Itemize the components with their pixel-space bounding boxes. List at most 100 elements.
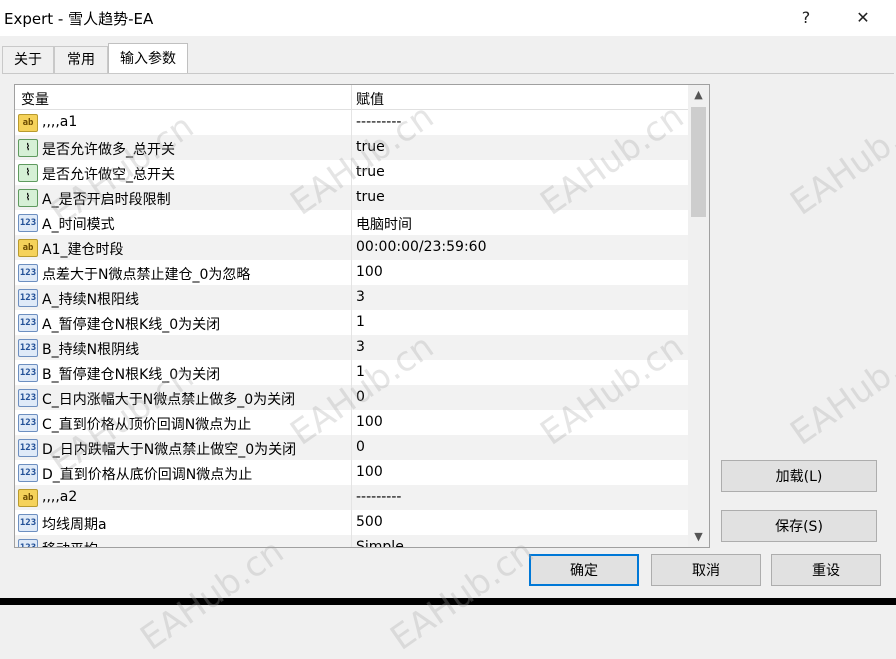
help-button[interactable]: ?: [786, 4, 826, 32]
parameter-name: ,,,,a2: [42, 489, 78, 505]
column-divider: [351, 410, 352, 435]
tab-about[interactable]: 关于: [2, 46, 54, 73]
parameter-value[interactable]: 3: [356, 289, 365, 305]
parameter-grid[interactable]: 变量 赋值 ab ,,,,a1 --------- ⌇ 是否允许做多_总开关 true ⌇ 是…: [14, 84, 710, 548]
parameter-row[interactable]: 123 B_暂停建仓N根K线_0为关闭 1: [15, 360, 688, 386]
parameter-row[interactable]: ab A1_建仓时段 00:00:00/23:59:60: [15, 235, 688, 261]
parameter-name: 是否允许做空_总开关: [42, 167, 175, 183]
parameter-row[interactable]: 123 C_直到价格从顶价回调N微点为止 100: [15, 410, 688, 436]
parameter-row[interactable]: 123 A_暂停建仓N根K线_0为关闭 1: [15, 310, 688, 336]
boolean-type-icon: ⌇: [18, 164, 38, 182]
parameter-value[interactable]: 0: [356, 439, 365, 455]
parameter-row[interactable]: 123 A_时间模式 电脑时间: [15, 210, 688, 236]
parameter-value[interactable]: 100: [356, 464, 383, 480]
number-type-icon: 123: [18, 314, 38, 332]
parameter-name: 是否允许做多_总开关: [42, 142, 175, 158]
parameter-name: C_日内涨幅大于N微点禁止做多_0为关闭: [42, 392, 296, 408]
number-type-icon: 123: [18, 464, 38, 482]
save-button[interactable]: 保存(S): [721, 510, 877, 542]
parameter-value[interactable]: 0: [356, 389, 365, 405]
parameter-row[interactable]: ab ,,,,a1 ---------: [15, 110, 688, 136]
chart-strip: [0, 598, 896, 605]
column-divider: [351, 110, 352, 135]
tab-common[interactable]: 常用: [54, 46, 108, 73]
parameter-value[interactable]: ---------: [356, 114, 401, 130]
reset-button[interactable]: 重设: [771, 554, 881, 586]
column-divider: [351, 385, 352, 410]
parameter-row[interactable]: 123 A_持续N根阳线 3: [15, 285, 688, 311]
parameter-name: D_日内跌幅大于N微点禁止做空_0为关闭: [42, 442, 297, 458]
parameter-name: A_时间模式: [42, 217, 115, 233]
parameter-name: D_直到价格从底价回调N微点为止: [42, 467, 253, 483]
number-type-icon: 123: [18, 264, 38, 282]
column-divider: [351, 85, 352, 109]
ok-button[interactable]: 确定: [529, 554, 639, 586]
number-type-icon: 123: [18, 364, 38, 382]
title-bar: Expert - 雪人趋势-EA ? ✕: [0, 0, 896, 36]
cancel-button[interactable]: 取消: [651, 554, 761, 586]
number-type-icon: 123: [18, 389, 38, 407]
parameter-value[interactable]: 500: [356, 514, 383, 530]
parameter-row[interactable]: ⌇ 是否允许做多_总开关 true: [15, 135, 688, 161]
parameter-name: 移动平均: [42, 539, 98, 547]
column-divider: [351, 235, 352, 260]
scroll-down-icon[interactable]: ▼: [688, 527, 709, 547]
grid-body: 变量 赋值 ab ,,,,a1 --------- ⌇ 是否允许做多_总开关 true ⌇ 是…: [15, 85, 688, 547]
scroll-up-icon[interactable]: ▲: [688, 85, 709, 105]
boolean-type-icon: ⌇: [18, 139, 38, 157]
parameter-row[interactable]: ⌇ A_是否开启时段限制 true: [15, 185, 688, 211]
tab-inputs[interactable]: 输入参数: [108, 43, 188, 74]
parameter-value[interactable]: 3: [356, 339, 365, 355]
parameter-row[interactable]: 123 点差大于N微点禁止建仓_0为忽略 100: [15, 260, 688, 286]
column-header-value[interactable]: 赋值: [356, 89, 384, 109]
column-divider: [351, 260, 352, 285]
scroll-thumb[interactable]: [691, 107, 706, 217]
parameter-value[interactable]: 1: [356, 314, 365, 330]
column-divider: [351, 535, 352, 547]
parameter-value[interactable]: 100: [356, 264, 383, 280]
parameter-row[interactable]: 123 移动平均 Simple: [15, 535, 688, 547]
column-divider: [351, 210, 352, 235]
parameter-value[interactable]: true: [356, 189, 385, 205]
parameter-name: B_暂停建仓N根K线_0为关闭: [42, 367, 221, 383]
number-type-icon: 123: [18, 414, 38, 432]
parameter-value[interactable]: 00:00:00/23:59:60: [356, 239, 486, 255]
parameter-row[interactable]: 123 均线周期a 500: [15, 510, 688, 536]
column-divider: [351, 135, 352, 160]
parameter-name: 均线周期a: [42, 517, 107, 533]
parameter-value[interactable]: 100: [356, 414, 383, 430]
number-type-icon: 123: [18, 439, 38, 457]
column-divider: [351, 435, 352, 460]
column-divider: [351, 510, 352, 535]
number-type-icon: 123: [18, 289, 38, 307]
parameter-value[interactable]: true: [356, 139, 385, 155]
string-type-icon: ab: [18, 239, 38, 257]
parameter-row[interactable]: 123 C_日内涨幅大于N微点禁止做多_0为关闭 0: [15, 385, 688, 411]
load-button[interactable]: 加载(L): [721, 460, 877, 492]
parameter-row[interactable]: 123 D_直到价格从底价回调N微点为止 100: [15, 460, 688, 486]
close-button[interactable]: ✕: [843, 4, 883, 32]
parameter-name: C_直到价格从顶价回调N微点为止: [42, 417, 252, 433]
parameter-name: 点差大于N微点禁止建仓_0为忽略: [42, 267, 251, 283]
parameter-row[interactable]: 123 B_持续N根阴线 3: [15, 335, 688, 361]
parameter-value[interactable]: 电脑时间: [356, 214, 412, 234]
parameter-name: B_持续N根阴线: [42, 342, 140, 358]
parameter-name: ,,,,a1: [42, 114, 78, 130]
parameter-value[interactable]: true: [356, 164, 385, 180]
column-divider: [351, 160, 352, 185]
string-type-icon: ab: [18, 489, 38, 507]
parameter-value[interactable]: 1: [356, 364, 365, 380]
string-type-icon: ab: [18, 114, 38, 132]
parameter-row[interactable]: ⌇ 是否允许做空_总开关 true: [15, 160, 688, 186]
parameter-row[interactable]: 123 D_日内跌幅大于N微点禁止做空_0为关闭 0: [15, 435, 688, 461]
parameter-value[interactable]: ---------: [356, 489, 401, 505]
grid-header: 变量 赋值: [15, 85, 688, 110]
parameter-name: A_暂停建仓N根K线_0为关闭: [42, 317, 221, 333]
window-title: Expert - 雪人趋势-EA: [4, 10, 154, 28]
number-type-icon: 123: [18, 539, 38, 547]
parameter-row[interactable]: ab ,,,,a2 ---------: [15, 485, 688, 511]
vertical-scrollbar[interactable]: ▲ ▼: [688, 85, 709, 547]
column-divider: [351, 285, 352, 310]
parameter-value[interactable]: Simple: [356, 539, 404, 547]
column-header-variable[interactable]: 变量: [21, 89, 49, 109]
